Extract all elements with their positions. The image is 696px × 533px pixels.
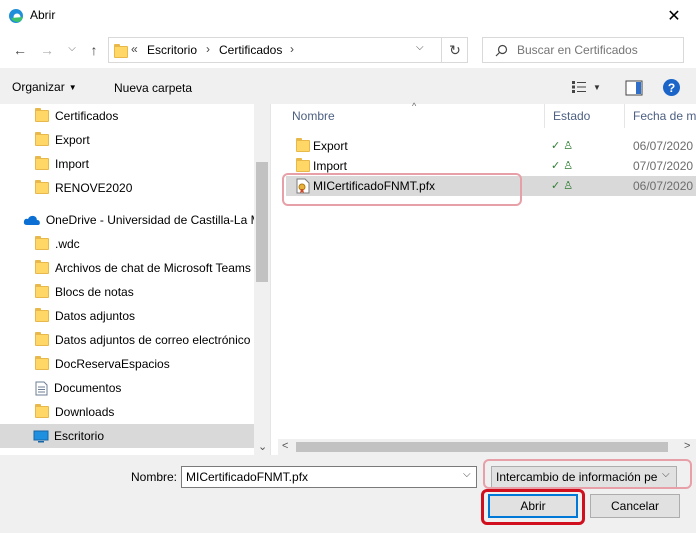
breadcrumb-certificados[interactable]: Certificados [219, 43, 282, 57]
filename-combobox[interactable]: ⌵ [181, 466, 477, 488]
up-button[interactable]: ↑ [86, 42, 102, 58]
close-icon: ✕ [667, 8, 681, 25]
organize-label: Organizar [12, 80, 65, 94]
filename-input[interactable] [186, 469, 456, 485]
folder-icon [35, 356, 49, 370]
file-row-export[interactable]: Export ✓ ♙ 06/07/2020 [286, 136, 696, 156]
tree-item-documentos[interactable]: Documentos [0, 376, 254, 400]
help-button[interactable]: ? [663, 79, 680, 96]
chevron-down-icon: ⌵ [68, 42, 76, 54]
title-bar [0, 0, 696, 32]
search-box[interactable] [482, 37, 684, 63]
recent-locations-button[interactable]: ⌵ [64, 40, 80, 56]
sort-ascending-icon: ^ [412, 101, 417, 111]
tree-item-export[interactable]: Export [0, 128, 254, 152]
file-list-horizontal-scrollbar[interactable]: < > [278, 439, 696, 455]
view-options-button[interactable]: ▼ [571, 80, 601, 94]
address-bar[interactable]: « Escritorio › Certificados › ⌵ [108, 37, 468, 63]
chevron-down-icon: ⌵ [662, 469, 670, 480]
breadcrumb-overflow[interactable]: « [131, 42, 138, 56]
filetype-select[interactable]: Intercambio de información personal ⌵ [491, 466, 677, 488]
search-icon [495, 44, 508, 57]
arrow-right-icon: → [40, 42, 54, 58]
pane-divider[interactable] [270, 104, 278, 455]
navigation-pane[interactable]: Certificados Export Import RENOVE2020 On… [0, 104, 270, 455]
scroll-left-icon[interactable]: < [282, 440, 288, 452]
tree-item-datos-adjuntos-correo[interactable]: Datos adjuntos de correo electrónico [0, 328, 254, 352]
folder-icon [35, 332, 49, 346]
folder-icon [35, 260, 49, 274]
breadcrumb-separator: › [290, 42, 294, 56]
details-view-icon [572, 81, 586, 93]
folder-icon [35, 132, 49, 146]
organize-button[interactable]: Organizar ▼ [12, 80, 77, 94]
folder-icon [35, 284, 49, 298]
breadcrumb-escritorio[interactable]: Escritorio [147, 43, 197, 57]
scroll-right-icon[interactable]: > [684, 440, 690, 452]
tree-item-wdc[interactable]: .wdc [0, 232, 254, 256]
tree-item-downloads[interactable]: Downloads [0, 400, 254, 424]
new-folder-button[interactable]: Nueva carpeta [114, 81, 192, 95]
folder-icon [35, 180, 49, 194]
scrollbar-thumb[interactable] [296, 442, 668, 452]
close-button[interactable]: ✕ [660, 4, 688, 28]
arrow-left-icon: ← [13, 42, 27, 58]
folder-icon [35, 404, 49, 418]
certificate-file-icon [296, 178, 310, 194]
caret-down-icon: ▼ [68, 82, 77, 92]
tree-item-datos-adjuntos[interactable]: Datos adjuntos [0, 304, 254, 328]
preview-pane-button[interactable] [625, 80, 643, 96]
tree-item-blocs-de-notas[interactable]: Blocs de notas [0, 280, 254, 304]
sync-status-icon: ✓ ♙ [551, 160, 574, 172]
column-separator[interactable] [544, 104, 545, 128]
open-button[interactable]: Abrir [488, 494, 578, 518]
back-button[interactable]: ← [12, 42, 28, 58]
column-separator[interactable] [624, 104, 625, 128]
breadcrumb-separator: › [206, 42, 210, 56]
folder-icon [296, 138, 310, 152]
column-header-name[interactable]: Nombre [292, 104, 335, 128]
onedrive-icon [23, 215, 40, 225]
filename-label: Nombre: [131, 470, 178, 484]
document-icon [35, 381, 48, 395]
folder-icon [35, 236, 49, 250]
folder-icon [35, 308, 49, 322]
tree-item-teams-chat[interactable]: Archivos de chat de Microsoft Teams [0, 256, 254, 280]
file-row-import[interactable]: Import ✓ ♙ 07/07/2020 [286, 156, 696, 176]
column-header-date[interactable]: Fecha de modificación [633, 104, 696, 128]
edge-icon [9, 9, 23, 23]
folder-icon [296, 158, 310, 172]
search-input[interactable] [517, 41, 677, 59]
chevron-down-icon[interactable]: ⌵ [463, 469, 471, 480]
tree-item-docreservaespacios[interactable]: DocReservaEspacios [0, 352, 254, 376]
scroll-down-icon[interactable]: ⌄ [258, 440, 267, 453]
refresh-icon: ↻ [449, 41, 461, 58]
forward-button[interactable]: → [39, 42, 55, 58]
filetype-value: Intercambio de información personal [496, 470, 658, 484]
arrow-up-icon: ↑ [90, 42, 98, 58]
tree-item-renove2020[interactable]: RENOVE2020 [0, 176, 254, 200]
sync-status-icon: ✓ ♙ [551, 180, 574, 192]
refresh-button[interactable]: ↻ [441, 37, 468, 63]
window-title: Abrir [30, 8, 56, 22]
desktop-icon [33, 430, 49, 442]
folder-icon [35, 108, 49, 122]
address-dropdown-icon[interactable]: ⌵ [416, 42, 424, 53]
tree-item-escritorio[interactable]: Escritorio [0, 424, 254, 448]
tree-item-onedrive[interactable]: OneDrive - Universidad de Castilla-La Ma… [0, 208, 254, 232]
column-header-status[interactable]: Estado [553, 104, 590, 128]
help-icon: ? [667, 80, 676, 95]
caret-down-icon: ▼ [593, 82, 601, 92]
tree-item-certificados[interactable]: Certificados [0, 104, 254, 128]
cancel-button[interactable]: Cancelar [590, 494, 680, 518]
tree-item-import[interactable]: Import [0, 152, 254, 176]
folder-icon [35, 156, 49, 170]
scrollbar-thumb[interactable] [256, 162, 268, 282]
file-row-micertificadofnmt[interactable]: MICertificadoFNMT.pfx ✓ ♙ 06/07/2020 [286, 176, 696, 196]
folder-icon [114, 44, 128, 58]
sync-status-icon: ✓ ♙ [551, 140, 574, 152]
